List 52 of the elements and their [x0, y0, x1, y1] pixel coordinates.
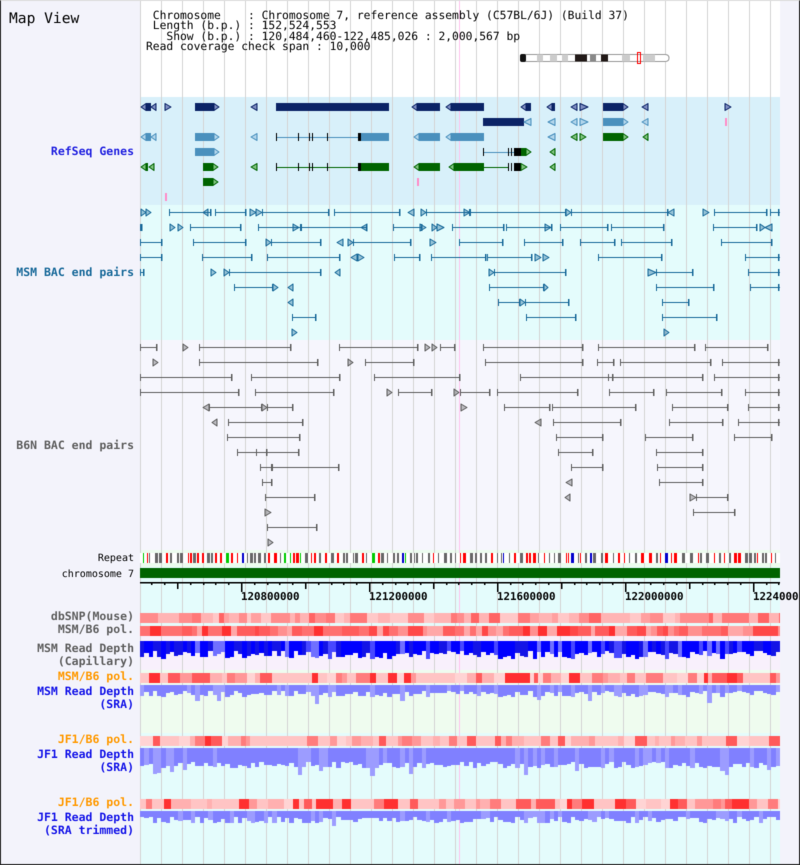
track-label: JF1 Read Depth (SRA trimmed) — [36, 811, 134, 837]
gene-feature — [603, 118, 628, 126]
gene-feature — [603, 103, 628, 111]
feature-tick — [165, 193, 167, 201]
chromosome-band — [622, 54, 630, 62]
feature-tick — [417, 178, 419, 186]
gene-feature — [603, 133, 628, 141]
info-line: Read coverage check span : 10,000 — [146, 42, 370, 52]
gene-feature — [250, 133, 258, 141]
track-label: Repeat — [98, 552, 134, 564]
track-label: chromosome 7 — [62, 568, 134, 580]
track-label: JF1 Read Depth (SRA) — [36, 748, 134, 774]
ruler-label: 121200000 — [369, 590, 428, 603]
gene-feature — [195, 133, 220, 141]
gene-feature — [195, 148, 220, 156]
track-label: MSM/B6 pol. — [58, 623, 134, 636]
track-label: MSM Read Depth (Capillary) — [36, 642, 134, 668]
gene-feature — [446, 133, 484, 141]
info-line: Length (b.p.) : 152,524,553 — [152, 21, 336, 32]
gene-feature — [203, 178, 218, 186]
region-marker — [637, 52, 641, 64]
track-label: MSM Read Depth (SRA) — [36, 685, 134, 711]
gene-feature — [724, 103, 732, 111]
gene-feature — [414, 163, 440, 171]
ruler-label: 120800000 — [241, 590, 300, 603]
chromosome-band — [520, 54, 526, 62]
track-label: JF1/B6 pol. — [58, 733, 134, 746]
info-line: Show (b.p.) : 120,484,460-122,485,026 : 2,000,567 bp — [166, 32, 522, 42]
track-label: MSM/B6 pol. — [58, 670, 134, 683]
gene-feature — [520, 103, 531, 111]
track-label: dbSNP(Mouse) — [50, 610, 134, 623]
track-label: MSM BAC end pairs — [16, 266, 134, 279]
gene-feature — [546, 103, 555, 111]
gene-feature — [414, 133, 440, 141]
chromosome-band — [643, 54, 655, 62]
gene-feature — [250, 103, 258, 111]
gene-feature — [203, 163, 218, 171]
gene-feature — [483, 148, 532, 156]
gene-feature — [412, 103, 440, 111]
track-label: JF1/B6 pol. — [58, 796, 134, 809]
ruler-label: 1224000 — [753, 590, 799, 603]
chromosome-band — [575, 54, 587, 62]
gene-feature — [446, 103, 484, 111]
view-title: Map View — [9, 10, 80, 27]
info-line: Chromosome : Chromosome 7, reference assembly (C57BL/6J) (Build 37) — [152, 11, 630, 22]
feature-tick — [725, 118, 727, 126]
gene-feature — [250, 163, 258, 171]
ruler-label: 122000000 — [625, 590, 684, 603]
track-label: B6N BAC end pairs — [16, 438, 134, 452]
track-label: RefSeq Genes — [50, 144, 134, 158]
ruler-label: 121600000 — [497, 590, 556, 603]
gene-feature — [195, 103, 220, 111]
